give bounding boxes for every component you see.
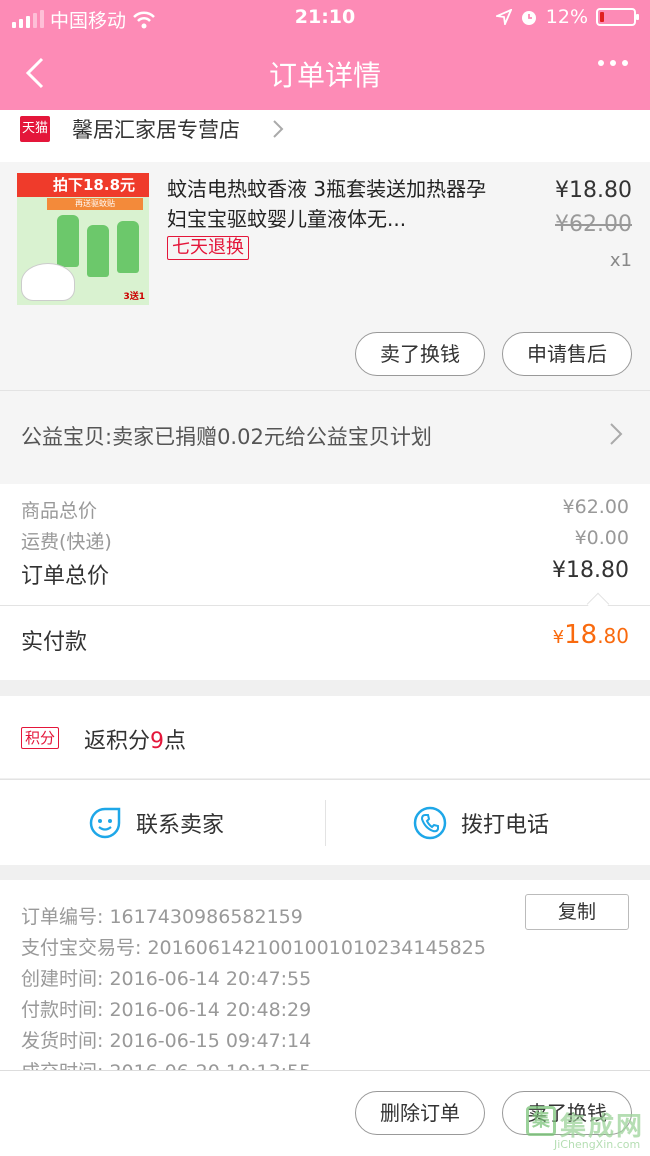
watermark-logo: 集 xyxy=(526,1106,556,1136)
product-quantity: x1 xyxy=(609,250,632,271)
points-tag: 积分 xyxy=(21,727,60,749)
order-number[interactable]: 订单编号: 1617430986582159 xyxy=(21,902,303,929)
chevron-right-icon xyxy=(273,120,284,138)
more-dots-icon[interactable] xyxy=(598,60,628,66)
call-phone-label: 拨打电话 xyxy=(461,813,550,838)
points-row: 积分 返积分9点 xyxy=(0,696,650,778)
order-total-label: 订单总价 xyxy=(21,564,110,589)
alipay-number: 支付宝交易号: 2016061421001001010234145825 xyxy=(21,937,486,959)
thumb-headline: 拍下18.8元 xyxy=(53,176,136,194)
charity-row[interactable]: 公益宝贝:卖家已捐赠0.02元给公益宝贝计划 xyxy=(0,390,650,484)
created-time: 创建时间: 2016-06-14 20:47:55 xyxy=(21,968,312,990)
summary-row: 运费(快递) ¥0.00 xyxy=(21,527,629,554)
status-right: 12% xyxy=(495,6,639,28)
chevron-right-icon xyxy=(610,423,623,445)
delete-order-button[interactable]: 删除订单 xyxy=(355,1091,485,1135)
after-sale-button[interactable]: 申请售后 xyxy=(502,332,632,376)
status-bar: 中国移动 21:10 12% xyxy=(0,0,650,36)
goods-total-label: 商品总价 xyxy=(21,500,98,522)
seven-day-return-badge: 七天退换 xyxy=(167,236,249,260)
shop-header[interactable]: 天猫 馨居汇家居专营店 xyxy=(0,110,650,162)
summary-row: 商品总价 ¥62.00 xyxy=(21,496,629,523)
site-watermark: 集 集成网 JiChengXin.com xyxy=(524,1098,644,1154)
thumb-sub: 再送驱蚊贴 xyxy=(47,198,143,210)
price-summary: 商品总价 ¥62.00 运费(快递) ¥0.00 订单总价 ¥18.80 实付款… xyxy=(0,484,650,680)
completed-time: 成交时间: 2016-06-20 10:13:55 xyxy=(21,1057,311,1070)
order-total-row: 订单总价 ¥18.80 xyxy=(21,558,629,590)
shipped-time: 发货时间: 2016-06-15 09:47:14 xyxy=(21,1030,312,1052)
battery-icon xyxy=(596,8,639,26)
product-original-price: ¥62.00 xyxy=(555,212,632,237)
product-price: ¥18.80 xyxy=(555,178,632,203)
product-name[interactable]: 蚊洁电热蚊香液 3瓶套装送加热器孕妇宝宝驱蚊婴儿童液体无... xyxy=(167,174,497,234)
shipping-label: 运费(快递) xyxy=(21,531,112,553)
order-total-value: ¥18.80 xyxy=(552,558,629,583)
product-thumbnail[interactable]: 拍下18.8元 再送驱蚊贴 3送1 xyxy=(17,173,149,305)
points-value: 9 xyxy=(150,729,165,754)
location-icon xyxy=(495,9,512,25)
order-info: 订单编号: 1617430986582159 复制 支付宝交易号: 201606… xyxy=(0,880,650,1070)
phone-icon xyxy=(413,806,447,840)
chat-face-icon xyxy=(89,807,121,839)
battery-percent: 12% xyxy=(545,6,588,28)
thumb-corner: 3送1 xyxy=(123,292,145,302)
page-title: 订单详情 xyxy=(268,59,381,92)
nav-bar: 订单详情 xyxy=(0,36,650,110)
watermark-url: JiChengXin.com xyxy=(554,1138,641,1151)
points-text: 返积分9点 xyxy=(84,729,187,754)
paid-amount: ¥18.80 xyxy=(552,620,629,650)
call-phone-button[interactable]: 拨打电话 xyxy=(413,780,549,866)
contact-bar: 联系卖家 拨打电话 xyxy=(0,779,650,865)
alarm-icon xyxy=(521,11,536,25)
paid-label: 实付款 xyxy=(21,630,88,655)
product-card: 拍下18.8元 再送驱蚊贴 3送1 蚊洁电热蚊香液 3瓶套装送加热器孕妇宝宝驱蚊… xyxy=(0,162,650,390)
goods-total-value: ¥62.00 xyxy=(562,496,629,518)
tmall-badge: 天猫 xyxy=(20,116,50,142)
sell-for-cash-button[interactable]: 卖了换钱 xyxy=(355,332,485,376)
contact-seller-label: 联系卖家 xyxy=(136,813,225,838)
heater-image xyxy=(21,263,75,301)
paid-time: 付款时间: 2016-06-14 20:48:29 xyxy=(21,999,312,1021)
shop-name[interactable]: 馨居汇家居专营店 xyxy=(72,114,240,144)
contact-seller-button[interactable]: 联系卖家 xyxy=(88,780,224,866)
footer-bar: 删除订单 卖了换钱 集 集成网 JiChengXin.com xyxy=(0,1070,650,1156)
copy-button[interactable]: 复制 xyxy=(525,894,629,930)
charity-text: 公益宝贝:卖家已捐赠0.02元给公益宝贝计划 xyxy=(21,425,432,449)
shipping-value: ¥0.00 xyxy=(574,527,629,549)
